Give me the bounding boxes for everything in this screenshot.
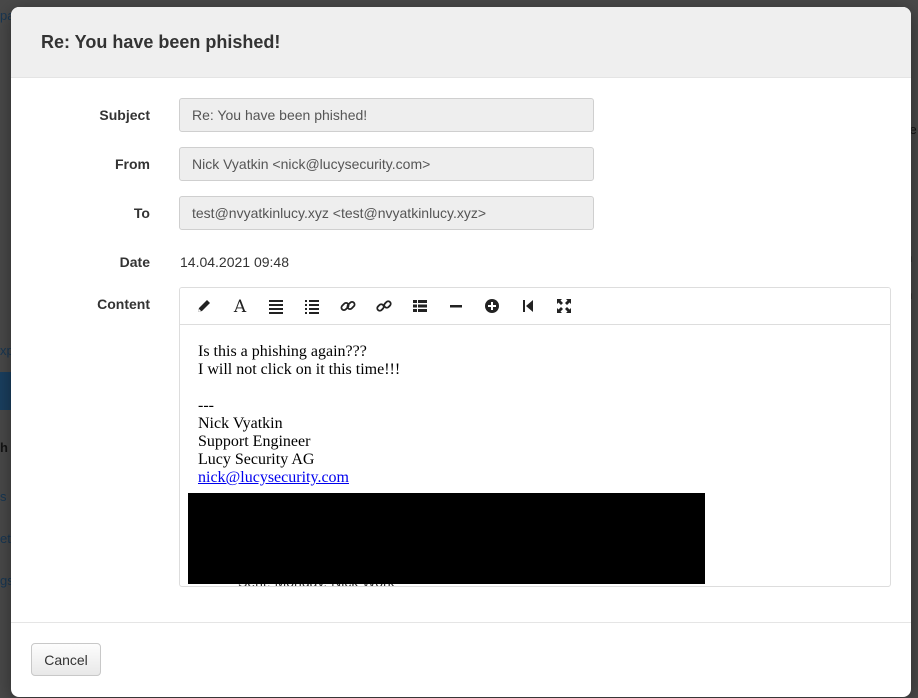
dialog-header: Re: You have been phished! (11, 7, 911, 78)
to-field[interactable]: test@nvyatkinlucy.xyz <test@nvyatkinlucy… (179, 196, 594, 230)
to-label: To (133, 205, 150, 221)
table-icon[interactable] (402, 291, 438, 321)
svg-text:A: A (233, 297, 247, 315)
signature-separator: --- (198, 397, 214, 414)
dialog-title: Re: You have been phished! (41, 32, 281, 52)
from-field[interactable]: Nick Vyatkin <nick@lucysecurity.com> (179, 147, 594, 181)
list-icon[interactable] (294, 291, 330, 321)
unlink-icon[interactable] (366, 291, 402, 321)
circle-plus-icon[interactable] (474, 291, 510, 321)
date-label: Date (119, 254, 150, 270)
content-label: Content (97, 296, 150, 312)
font-icon[interactable]: A (222, 291, 258, 321)
signature-email-link[interactable]: nick@lucysecurity.com (198, 469, 349, 486)
subject-field[interactable]: Re: You have been phished! (179, 98, 594, 132)
dialog-footer: Cancel (11, 622, 911, 697)
signature-title: Support Engineer (198, 433, 311, 450)
from-label: From (115, 156, 150, 172)
editor-content[interactable]: Is this a phishing again??? I will not c… (180, 325, 890, 586)
step-backward-icon[interactable] (510, 291, 546, 321)
align-justify-icon[interactable] (258, 291, 294, 321)
editor-toolbar: A (180, 288, 890, 325)
signature-company: Lucy Security AG (198, 451, 315, 468)
pencil-icon[interactable] (186, 291, 222, 321)
message-line: Is this a phishing again??? (198, 343, 367, 360)
message-dialog: Re: You have been phished! Subject Re: Y… (11, 7, 911, 697)
content-editor[interactable]: A Is this a phishing again??? I will not… (179, 287, 891, 587)
message-line: I will not click on it this time!!! (198, 361, 401, 378)
subject-label: Subject (99, 107, 150, 123)
signature-name: Nick Vyatkin (198, 415, 283, 432)
link-icon[interactable] (330, 291, 366, 321)
cancel-button[interactable]: Cancel (31, 643, 101, 676)
date-value: 14.04.2021 09:48 (180, 254, 289, 270)
horizontal-rule-icon[interactable] (438, 291, 474, 321)
redacted-block (188, 493, 705, 584)
fullscreen-icon[interactable] (546, 291, 582, 321)
